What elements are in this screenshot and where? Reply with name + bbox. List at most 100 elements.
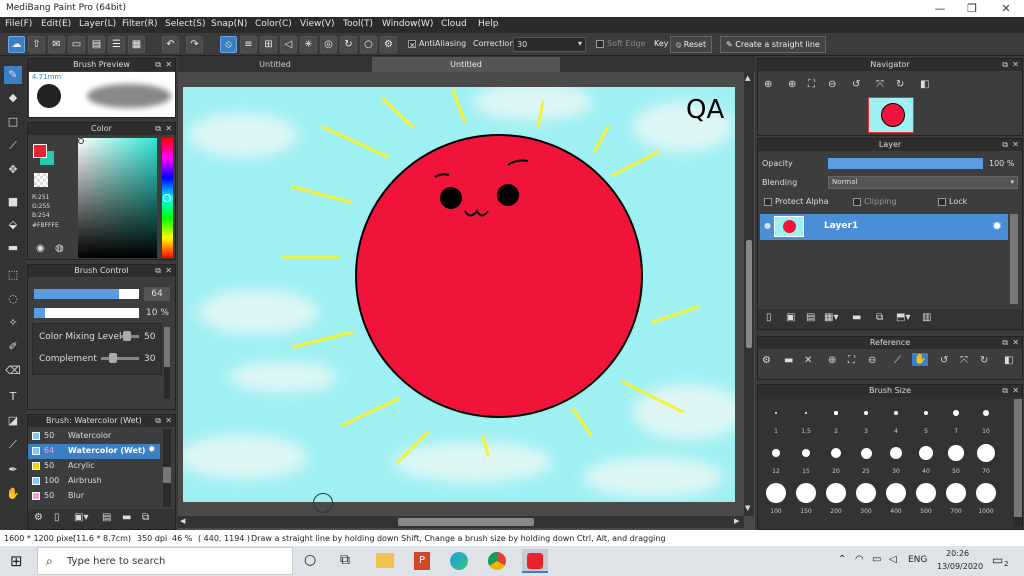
brush-list-item[interactable]: 50 Blur bbox=[28, 489, 160, 504]
reference-eyedropper-icon[interactable]: ⟋ bbox=[894, 355, 901, 366]
brush-size-option[interactable]: 30 bbox=[882, 441, 910, 479]
fit-icon[interactable]: ⛶ bbox=[808, 79, 815, 90]
brush-size-option[interactable]: 15 bbox=[792, 441, 820, 479]
reference-rotate-right-icon[interactable]: ↻ bbox=[980, 355, 988, 366]
circle-snap-icon[interactable]: ○ bbox=[360, 36, 377, 53]
brush-size-option[interactable]: 40 bbox=[912, 441, 940, 479]
menu-window[interactable]: Window(W) bbox=[382, 19, 433, 29]
brush-size-option[interactable]: 70 bbox=[972, 441, 1000, 479]
new-1bit-layer-icon[interactable]: ▤ bbox=[806, 312, 815, 323]
brush-opacity-value[interactable]: 10 % bbox=[146, 308, 169, 318]
close-panel-icon[interactable]: ✕ bbox=[165, 60, 172, 69]
brush-list-item[interactable]: 50 Watercolor bbox=[28, 429, 160, 444]
close-panel-icon[interactable]: ✕ bbox=[165, 266, 172, 275]
brush-size-option[interactable]: 500 bbox=[912, 481, 940, 519]
language-indicator[interactable]: ENG bbox=[908, 555, 927, 565]
no-snap-icon[interactable]: ⦸ bbox=[220, 36, 237, 53]
brush-size-option[interactable]: 10 bbox=[972, 401, 1000, 439]
radial-snap-icon[interactable]: ✳ bbox=[300, 36, 317, 53]
zoom-out-icon[interactable]: ⊖ bbox=[828, 79, 836, 90]
brush-size-option[interactable]: 3 bbox=[852, 401, 880, 439]
close-panel-icon[interactable]: ✕ bbox=[1012, 140, 1019, 149]
reference-rotate-left-icon[interactable]: ↺ bbox=[940, 355, 948, 366]
rectangle-tool-icon[interactable]: □ bbox=[4, 113, 22, 131]
reference-fit-icon[interactable]: ⛶ bbox=[848, 355, 855, 366]
powerpoint-icon[interactable]: P bbox=[414, 552, 430, 570]
comment-icon[interactable]: ✉ bbox=[48, 36, 65, 53]
reference-zoom-in-icon[interactable]: ⊕ bbox=[828, 355, 836, 366]
brush-size-option[interactable]: 20 bbox=[822, 441, 850, 479]
menu-help[interactable]: Help bbox=[478, 19, 499, 29]
transparent-color-swatch[interactable] bbox=[34, 173, 48, 187]
brush-size-option[interactable]: 5 bbox=[912, 401, 940, 439]
brush-control-scrollbar[interactable] bbox=[164, 327, 170, 399]
brush-size-option[interactable]: 300 bbox=[852, 481, 880, 519]
gear-icon[interactable]: ⚙ bbox=[34, 512, 43, 523]
brush-settings-icon[interactable]: ▤ bbox=[102, 512, 111, 523]
text-tool-icon[interactable]: T bbox=[4, 388, 22, 406]
folder-icon[interactable]: ▬ bbox=[122, 512, 131, 523]
brush-size-option[interactable]: 400 bbox=[882, 481, 910, 519]
navigator-thumbnail[interactable] bbox=[868, 97, 914, 133]
clock-date[interactable]: 13/09/2020 bbox=[937, 562, 983, 571]
clipping-checkbox[interactable] bbox=[853, 197, 861, 206]
lock-checkbox[interactable] bbox=[938, 197, 946, 206]
zoom-icon[interactable]: ⊕ bbox=[764, 79, 772, 90]
cloud-icon[interactable]: ☁ bbox=[8, 36, 25, 53]
settings-icon[interactable]: ⚙ bbox=[380, 36, 397, 53]
add-layer-dropdown-icon[interactable]: ▦▾ bbox=[824, 312, 838, 323]
reference-zoom-out-icon[interactable]: ⊖ bbox=[868, 355, 876, 366]
menu-select[interactable]: Select(S) bbox=[165, 19, 206, 29]
brush-size-option[interactable]: 150 bbox=[792, 481, 820, 519]
new-brush-icon[interactable]: ▯ bbox=[54, 512, 60, 523]
close-panel-icon[interactable]: ✕ bbox=[1012, 386, 1019, 395]
brush-size-option[interactable]: 25 bbox=[852, 441, 880, 479]
layer-row[interactable]: ● Layer1 ✹ bbox=[760, 214, 1008, 240]
cross-snap-icon[interactable]: ⊞ bbox=[260, 36, 277, 53]
folder-icon[interactable]: ▬ bbox=[852, 312, 861, 323]
close-panel-icon[interactable]: ✕ bbox=[165, 124, 172, 133]
lasso-tool-icon[interactable]: ◌ bbox=[4, 290, 22, 308]
palette-settings-icon[interactable]: ◍ bbox=[55, 243, 64, 254]
menu-edit[interactable]: Edit(E) bbox=[41, 19, 71, 29]
menu-view[interactable]: View(V) bbox=[300, 19, 335, 29]
volume-icon[interactable]: ◁ bbox=[889, 554, 897, 565]
complement-slider[interactable] bbox=[109, 353, 117, 363]
brush-size-value[interactable]: 64 bbox=[144, 287, 170, 301]
popout-icon[interactable]: ⧉ bbox=[1002, 338, 1008, 348]
brush-size-option[interactable]: 12 bbox=[762, 441, 790, 479]
popout-icon[interactable]: ⧉ bbox=[1002, 60, 1008, 70]
reference-hand-icon[interactable]: ✋ bbox=[912, 353, 929, 366]
reset-view-icon[interactable]: ⤧ bbox=[876, 79, 884, 90]
menu-file[interactable]: File(F) bbox=[5, 19, 32, 29]
brush-tool-icon[interactable]: ✎ bbox=[4, 66, 22, 84]
reference-gear-icon[interactable]: ⚙ bbox=[762, 355, 771, 366]
new-layer-icon[interactable]: ▯ bbox=[766, 312, 772, 323]
document-icon[interactable]: ▤ bbox=[88, 36, 105, 53]
magic-wand-icon[interactable]: ✧ bbox=[4, 314, 22, 332]
chat-icon[interactable]: ▭ bbox=[68, 36, 85, 53]
tray-chevron-icon[interactable]: ⌃ bbox=[838, 554, 846, 565]
brush-list-scrollbar[interactable] bbox=[163, 429, 171, 507]
search-box[interactable]: ⌕ Type here to search bbox=[37, 547, 293, 575]
battery-icon[interactable]: ▭ bbox=[872, 554, 881, 565]
popout-icon[interactable]: ⧉ bbox=[155, 266, 161, 276]
protect-alpha-checkbox[interactable] bbox=[764, 197, 772, 206]
hand-tool-icon[interactable]: ✋ bbox=[4, 485, 22, 503]
tab-untitled-1[interactable]: Untitled bbox=[182, 57, 368, 72]
close-button[interactable]: ✕ bbox=[990, 0, 1022, 17]
duplicate-layer-icon[interactable]: ⧉ bbox=[876, 312, 883, 323]
windows-start-icon[interactable]: ⊞ bbox=[10, 552, 23, 570]
soft-edge-checkbox[interactable] bbox=[596, 39, 604, 48]
fill-tool-icon[interactable]: ⬙ bbox=[4, 216, 22, 234]
chrome-icon[interactable] bbox=[488, 552, 506, 570]
brush-size-option[interactable]: 700 bbox=[942, 481, 970, 519]
merge-down-icon[interactable]: ⬒▾ bbox=[896, 312, 910, 323]
brush-size-slider[interactable] bbox=[34, 289, 139, 299]
popout-icon[interactable]: ⧉ bbox=[155, 60, 161, 70]
divide-tool-icon[interactable]: ◪ bbox=[4, 412, 22, 430]
vertical-scrollbar[interactable]: ▲ ▼ bbox=[744, 72, 754, 516]
shape-tool-icon[interactable]: ■ bbox=[4, 193, 22, 211]
minimize-button[interactable]: — bbox=[924, 0, 956, 17]
reset-button[interactable]: ⦸ Reset bbox=[670, 36, 713, 53]
